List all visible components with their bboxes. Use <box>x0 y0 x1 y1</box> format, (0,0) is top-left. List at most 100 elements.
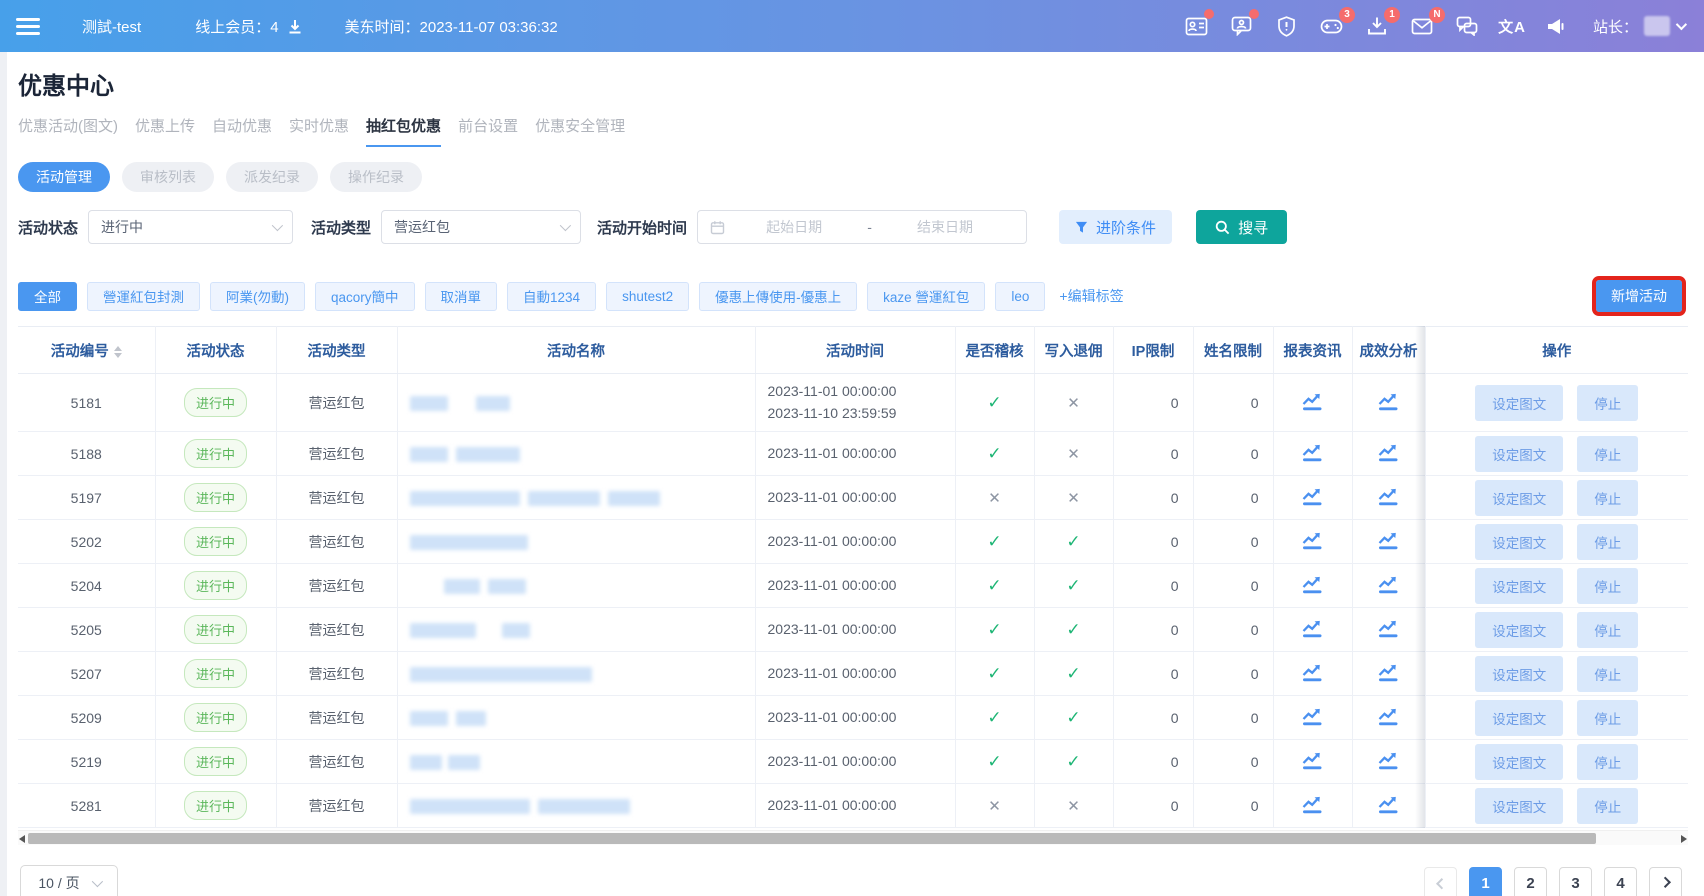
chat-icon[interactable] <box>1453 13 1481 39</box>
downloads-icon[interactable]: 1 <box>1363 13 1391 39</box>
date-range-input[interactable]: 起始日期 - 结束日期 <box>697 210 1027 244</box>
prev-page-button[interactable] <box>1424 867 1457 896</box>
scrollbar-thumb[interactable] <box>28 833 1596 844</box>
tab-1[interactable]: 优惠活动(图文) <box>18 115 118 147</box>
effect-chart-icon[interactable] <box>1377 531 1400 550</box>
subtab-4[interactable]: 操作纪录 <box>330 162 422 192</box>
tag-filter-8[interactable]: 優惠上傳使用-優惠上 <box>699 282 857 311</box>
stop-button[interactable]: 停止 <box>1577 744 1638 780</box>
stop-button[interactable]: 停止 <box>1577 700 1638 736</box>
set-graphics-button[interactable]: 设定图文 <box>1475 788 1563 824</box>
stop-button[interactable]: 停止 <box>1577 568 1638 604</box>
tag-filter-1[interactable]: 全部 <box>18 282 77 311</box>
stop-button[interactable]: 停止 <box>1577 788 1638 824</box>
announcement-icon[interactable] <box>1543 13 1571 39</box>
stop-button[interactable]: 停止 <box>1577 656 1638 692</box>
set-graphics-button[interactable]: 设定图文 <box>1475 744 1563 780</box>
report-chart-icon[interactable] <box>1301 531 1324 550</box>
subtab-3[interactable]: 派发纪录 <box>226 162 318 192</box>
member-message-icon[interactable] <box>1228 13 1256 39</box>
scroll-right-arrow-icon[interactable] <box>1681 835 1687 843</box>
subtab-1[interactable]: 活动管理 <box>18 162 110 192</box>
activity-time: 2023-11-01 00:00:00 <box>768 531 955 553</box>
tag-filter-6[interactable]: 自動1234 <box>507 282 596 311</box>
effect-chart-icon[interactable] <box>1377 392 1400 411</box>
tag-filter-5[interactable]: 取消單 <box>425 282 498 311</box>
set-graphics-button[interactable]: 设定图文 <box>1475 700 1563 736</box>
effect-chart-icon[interactable] <box>1377 443 1400 462</box>
search-button[interactable]: 搜寻 <box>1196 210 1287 244</box>
edit-tags-link[interactable]: +编辑标签 <box>1059 286 1123 306</box>
games-icon[interactable]: 3 <box>1318 13 1346 39</box>
set-graphics-button[interactable]: 设定图文 <box>1475 385 1563 421</box>
add-activity-button[interactable]: 新增活动 <box>1596 280 1682 312</box>
tag-filter-10[interactable]: leo <box>995 282 1045 311</box>
set-graphics-button[interactable]: 设定图文 <box>1475 436 1563 472</box>
page-button-1[interactable]: 1 <box>1469 867 1502 896</box>
tab-2[interactable]: 优惠上传 <box>135 115 195 147</box>
redacted-activity-name <box>410 711 448 726</box>
tag-filter-9[interactable]: kaze 營運紅包 <box>867 282 985 311</box>
cell-activity-name <box>397 608 755 652</box>
report-chart-icon[interactable] <box>1301 663 1324 682</box>
menu-icon[interactable] <box>16 18 40 35</box>
stop-button[interactable]: 停止 <box>1577 524 1638 560</box>
page-button-3[interactable]: 3 <box>1559 867 1592 896</box>
report-chart-icon[interactable] <box>1301 487 1324 506</box>
advanced-filter-button[interactable]: 进阶条件 <box>1059 210 1172 244</box>
check-icon: ✓ <box>987 708 1001 727</box>
status-badge: 进行中 <box>184 791 247 820</box>
page-size-select[interactable]: 10 / 页 <box>20 865 118 896</box>
effect-chart-icon[interactable] <box>1377 751 1400 770</box>
cell-report-info <box>1273 696 1352 740</box>
report-chart-icon[interactable] <box>1301 707 1324 726</box>
stop-button[interactable]: 停止 <box>1577 436 1638 472</box>
tag-filter-2[interactable]: 營運紅包封測 <box>87 282 200 311</box>
page-button-2[interactable]: 2 <box>1514 867 1547 896</box>
set-graphics-button[interactable]: 设定图文 <box>1475 524 1563 560</box>
stop-button[interactable]: 停止 <box>1577 385 1638 421</box>
report-chart-icon[interactable] <box>1301 619 1324 638</box>
translate-icon[interactable]: 文A <box>1498 13 1526 39</box>
effect-chart-icon[interactable] <box>1377 795 1400 814</box>
effect-chart-icon[interactable] <box>1377 619 1400 638</box>
report-chart-icon[interactable] <box>1301 443 1324 462</box>
set-graphics-button[interactable]: 设定图文 <box>1475 480 1563 516</box>
mail-badge: N <box>1429 7 1445 23</box>
tag-filter-3[interactable]: 阿業(勿動) <box>210 282 305 311</box>
tag-filter-7[interactable]: shutest2 <box>606 282 689 311</box>
contacts-icon[interactable] <box>1183 13 1211 39</box>
effect-chart-icon[interactable] <box>1377 575 1400 594</box>
effect-chart-icon[interactable] <box>1377 707 1400 726</box>
set-graphics-button[interactable]: 设定图文 <box>1475 568 1563 604</box>
tab-5[interactable]: 抽红包优惠 <box>366 115 441 147</box>
effect-chart-icon[interactable] <box>1377 487 1400 506</box>
chevron-down-icon <box>91 876 102 887</box>
report-chart-icon[interactable] <box>1301 575 1324 594</box>
report-chart-icon[interactable] <box>1301 392 1324 411</box>
subtab-2[interactable]: 审核列表 <box>122 162 214 192</box>
shield-alert-icon[interactable] <box>1273 13 1301 39</box>
set-graphics-button[interactable]: 设定图文 <box>1475 612 1563 648</box>
next-page-button[interactable] <box>1649 867 1682 896</box>
tab-7[interactable]: 优惠安全管理 <box>535 115 625 147</box>
column-header-1[interactable]: 活动编号 <box>18 327 155 374</box>
type-select[interactable]: 营运红包 <box>381 210 581 244</box>
tab-6[interactable]: 前台设置 <box>458 115 518 147</box>
stop-button[interactable]: 停止 <box>1577 480 1638 516</box>
report-chart-icon[interactable] <box>1301 795 1324 814</box>
tab-3[interactable]: 自动优惠 <box>212 115 272 147</box>
status-select[interactable]: 进行中 <box>88 210 293 244</box>
report-chart-icon[interactable] <box>1301 751 1324 770</box>
mail-icon[interactable]: N <box>1408 13 1436 39</box>
download-arrow-icon[interactable] <box>287 19 303 34</box>
sort-icon[interactable] <box>114 346 122 358</box>
page-button-4[interactable]: 4 <box>1604 867 1637 896</box>
set-graphics-button[interactable]: 设定图文 <box>1475 656 1563 692</box>
tag-filter-4[interactable]: qacory簡中 <box>315 282 415 311</box>
effect-chart-icon[interactable] <box>1377 663 1400 682</box>
scroll-left-arrow-icon[interactable] <box>19 835 25 843</box>
tab-4[interactable]: 实时优惠 <box>289 115 349 147</box>
stop-button[interactable]: 停止 <box>1577 612 1638 648</box>
webmaster-menu[interactable]: 站长： <box>1593 16 1684 37</box>
